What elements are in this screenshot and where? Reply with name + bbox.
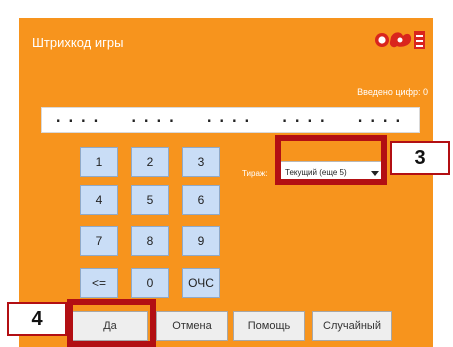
key-0[interactable]: 0 bbox=[131, 268, 169, 298]
callout-number-4: 4 bbox=[7, 302, 67, 336]
key-7[interactable]: 7 bbox=[80, 226, 118, 256]
yes-button-highlight-box bbox=[67, 299, 156, 347]
key-9[interactable]: 9 bbox=[182, 226, 220, 256]
key-backspace[interactable]: <= bbox=[80, 268, 118, 298]
digits-entered-counter: Введено цифр: 0 bbox=[357, 87, 428, 97]
tirage-label: Тираж: bbox=[242, 169, 268, 178]
key-1[interactable]: 1 bbox=[80, 147, 118, 177]
screen: Штрихкод игры Введено цифр: 0 .... .... … bbox=[0, 0, 453, 347]
help-button[interactable]: Помощь bbox=[233, 311, 305, 341]
callout-number-3: 3 bbox=[390, 141, 450, 175]
lotto-logo-icon bbox=[375, 31, 425, 49]
panel-title: Штрихкод игры bbox=[32, 35, 124, 50]
key-clear[interactable]: ОЧС bbox=[182, 268, 220, 298]
cancel-button[interactable]: Отмена bbox=[156, 311, 228, 341]
dropdown-highlight-box bbox=[275, 135, 387, 185]
key-2[interactable]: 2 bbox=[131, 147, 169, 177]
random-button[interactable]: Случайный bbox=[312, 311, 392, 341]
key-8[interactable]: 8 bbox=[131, 226, 169, 256]
key-4[interactable]: 4 bbox=[80, 185, 118, 215]
barcode-input[interactable]: .... .... .... .... .... bbox=[41, 107, 420, 133]
key-5[interactable]: 5 bbox=[131, 185, 169, 215]
key-3[interactable]: 3 bbox=[182, 147, 220, 177]
barcode-input-value: .... .... .... .... .... bbox=[54, 110, 407, 126]
key-6[interactable]: 6 bbox=[182, 185, 220, 215]
